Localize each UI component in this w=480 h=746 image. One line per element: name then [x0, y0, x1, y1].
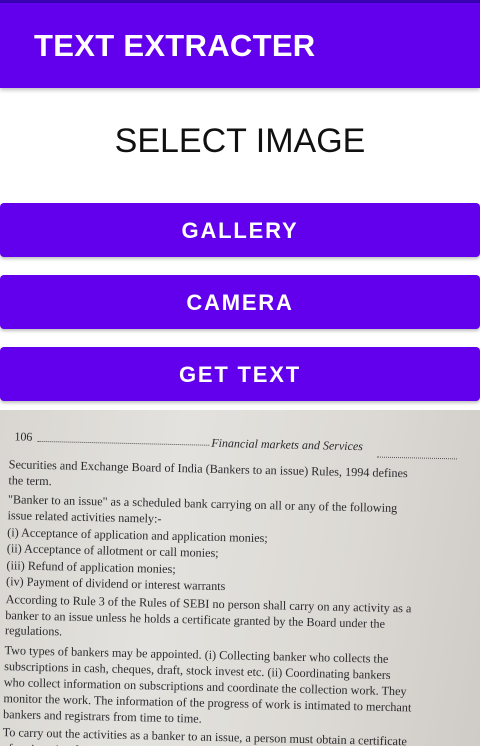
- status-bar-strip: [0, 0, 480, 3]
- photographed-page: 106 Financial markets and Services Secur…: [0, 410, 480, 746]
- gallery-button[interactable]: GALLERY: [0, 203, 480, 257]
- app-title: TEXT EXTRACTER: [34, 28, 316, 63]
- get-text-button[interactable]: GET TEXT: [0, 347, 480, 401]
- running-header: Financial markets and Services: [211, 435, 364, 454]
- selected-image-preview: 106 Financial markets and Services Secur…: [0, 410, 480, 746]
- header-leader-dots-right: [377, 446, 458, 460]
- page-number: 106: [14, 429, 33, 444]
- page-text-line: Securities and Exchange Board of India (…: [8, 457, 408, 481]
- app-bar: TEXT EXTRACTER: [0, 0, 480, 88]
- page-text-line: the term.: [8, 473, 52, 489]
- page-text-lines: Securities and Exchange Board of India (…: [0, 410, 480, 746]
- camera-button[interactable]: CAMERA: [0, 275, 480, 329]
- select-image-heading: SELECT IMAGE: [114, 122, 366, 160]
- page-text-line: regulations.: [4, 623, 63, 639]
- header-leader-dots: [37, 430, 210, 446]
